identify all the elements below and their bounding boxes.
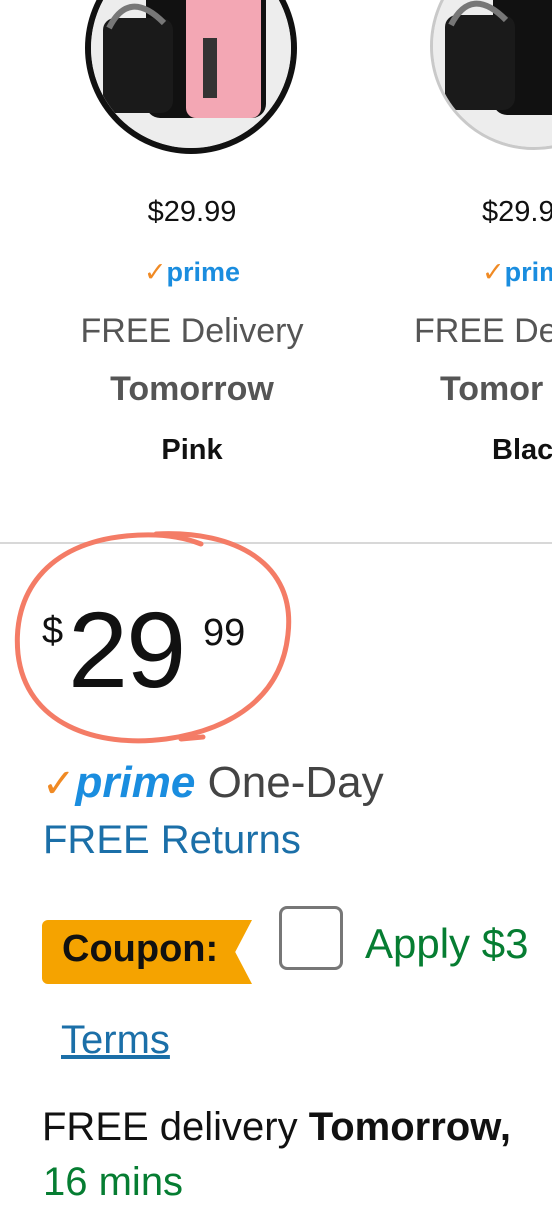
- prime-check-icon: ✓: [42, 762, 76, 806]
- variant-pink-thumbnail: [85, 0, 297, 154]
- price-whole: 29: [68, 589, 186, 710]
- variant-pink-color: Pink: [161, 434, 223, 466]
- backpack-image: [91, 0, 291, 148]
- apply-coupon-label[interactable]: Apply $3: [365, 920, 528, 968]
- price-fraction: 99: [203, 612, 246, 654]
- prime-check-icon: ✓: [143, 257, 167, 287]
- variant-pink[interactable]: $29.99 ✓prime FREE Delivery Tomorrow Pin…: [0, 0, 380, 500]
- coupon-checkbox[interactable]: [279, 906, 343, 970]
- prime-check-icon: ✓: [482, 257, 505, 287]
- variant-pink-delivery: FREE Delivery: [80, 312, 304, 350]
- delivery-countdown: 16 mins: [43, 1160, 184, 1204]
- variant-black-prime: ✓prim: [482, 257, 552, 287]
- price-currency: $: [42, 610, 64, 652]
- free-returns-link[interactable]: FREE Returns: [43, 818, 301, 863]
- terms-link[interactable]: Terms: [61, 1018, 170, 1063]
- variant-black-color: Blac: [492, 434, 552, 466]
- variant-black-delivery: FREE De: [414, 312, 552, 350]
- variant-black[interactable]: $29.9 ✓prim FREE De Tomor Blac: [400, 0, 552, 500]
- variant-black-price: $29.9: [482, 196, 552, 228]
- variant-black-day: Tomor: [440, 370, 544, 408]
- variant-black-thumbnail: [430, 0, 552, 150]
- backpack-image: [433, 0, 552, 147]
- delivery-info: FREE delivery Tomorrow,: [42, 1105, 511, 1149]
- variant-pink-price: $29.99: [147, 196, 237, 228]
- variant-pink-prime: ✓prime: [143, 257, 241, 287]
- variant-pink-day: Tomorrow: [110, 370, 274, 408]
- prime-shipping: ✓prime One-Day: [42, 758, 384, 807]
- coupon-label: Coupon:: [62, 928, 219, 970]
